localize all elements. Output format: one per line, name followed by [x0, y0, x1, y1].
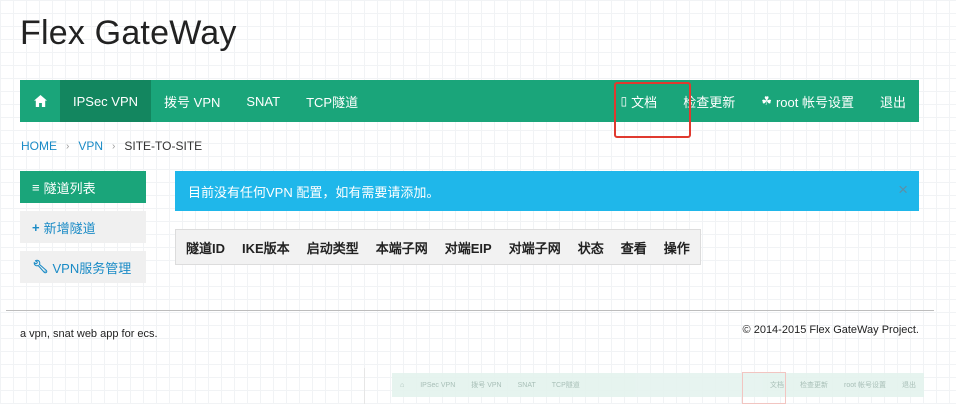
sidebar-item-tunnel-list[interactable]: ≡ 隧道列表: [20, 171, 146, 203]
preview-nav-item: SNAT: [517, 381, 536, 389]
breadcrumb-vpn[interactable]: VPN: [78, 139, 103, 153]
column-header: 查看: [620, 240, 647, 256]
top-navbar: IPSec VPN 拨号 VPN SNAT TCP隧道 ▯ 文档 检查更新 ☘ …: [20, 80, 919, 122]
nav-ipsec-vpn[interactable]: IPSec VPN: [60, 80, 152, 122]
nav-tcp-tunnel[interactable]: TCP隧道: [293, 80, 371, 122]
preview-nav-item: 退出: [902, 382, 916, 389]
column-header: 操作: [663, 240, 690, 256]
preview-nav-item: 检查更新: [799, 382, 828, 389]
sidebar-item-vpn-service[interactable]: 🔧︎ VPN服务管理: [20, 251, 146, 283]
plus-icon: +: [32, 219, 40, 235]
breadcrumb-separator: ›: [66, 140, 70, 152]
faded-navbar-preview: ⌂ IPSec VPN 拨号 VPN SNAT TCP隧道 文档 检查更新 ro…: [392, 373, 924, 397]
preview-nav-item: TCP隧道: [551, 382, 580, 389]
users-icon: ☘: [761, 94, 772, 108]
preview-nav-item: IPSec VPN: [420, 381, 456, 389]
breadcrumb: HOME › VPN › SITE-TO-SITE: [21, 139, 202, 153]
home-icon: [34, 95, 47, 107]
nav-account-settings[interactable]: ☘ root 帐号设置: [748, 80, 867, 122]
footer-tagline: a vpn, snat web app for ecs.: [20, 328, 158, 340]
breadcrumb-home[interactable]: HOME: [21, 139, 57, 153]
nav-snat[interactable]: SNAT: [233, 80, 293, 122]
annotation-highlight-box: [614, 82, 691, 138]
footer-copyright: © 2014-2015 Flex GateWay Project.: [742, 324, 919, 336]
sidebar-item-label: 隧道列表: [43, 180, 96, 196]
sidebar-item-add-tunnel[interactable]: + 新增隧道: [20, 211, 146, 243]
preview-highlight-box: [742, 372, 786, 404]
app-title: Flex GateWay: [20, 14, 237, 52]
alert-message: 目前没有任何VPN 配置，如有需要请添加。: [188, 184, 440, 200]
breadcrumb-separator: ›: [112, 140, 116, 152]
column-header: IKE版本: [242, 240, 290, 256]
preview-nav-item: root 帐号设置: [843, 382, 886, 389]
footer-divider: [6, 310, 934, 311]
tunnel-table-header: 隧道ID IKE版本 启动类型 本端子网 对端EIP 对端子网 状态 查看 操作: [175, 229, 701, 265]
close-icon[interactable]: ×: [898, 181, 908, 198]
wrench-icon: 🔧︎: [32, 259, 49, 274]
sidebar-item-label: VPN服务管理: [52, 260, 132, 276]
nav-dialup-vpn[interactable]: 拨号 VPN: [151, 80, 233, 122]
column-header: 对端子网: [508, 240, 561, 256]
preview-divider: [364, 368, 365, 404]
column-header: 状态: [577, 240, 604, 256]
nav-home[interactable]: [20, 80, 60, 122]
nav-account-label: root 帐号设置: [775, 94, 854, 110]
sidebar-item-label: 新增隧道: [43, 220, 96, 236]
breadcrumb-current: SITE-TO-SITE: [124, 139, 203, 153]
column-header: 对端EIP: [444, 240, 492, 256]
list-icon: ≡: [32, 179, 40, 195]
nav-logout[interactable]: 退出: [867, 80, 919, 122]
column-header: 本端子网: [375, 240, 428, 256]
preview-nav-item: 拨号 VPN: [471, 382, 502, 389]
column-header: 启动类型: [306, 240, 359, 256]
info-alert: 目前没有任何VPN 配置，如有需要请添加。 ×: [175, 171, 919, 211]
column-header: 隧道ID: [186, 240, 226, 256]
home-icon: ⌂: [400, 381, 405, 389]
